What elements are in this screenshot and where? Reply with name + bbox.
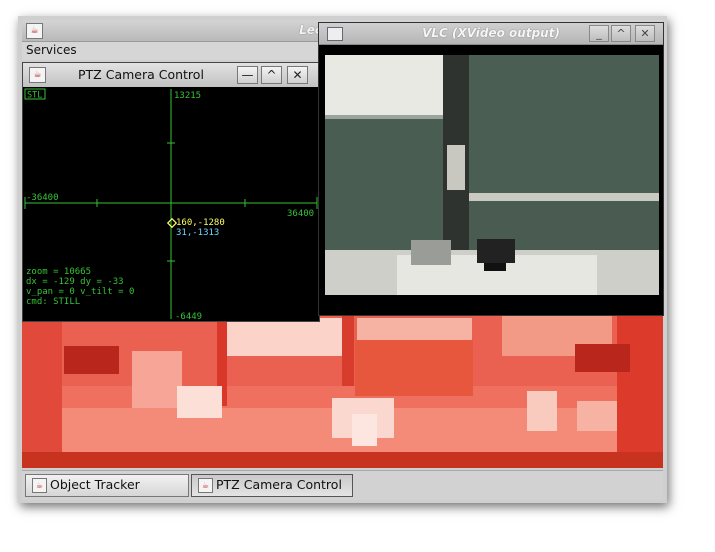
close-button[interactable]: ✕ — [287, 66, 308, 84]
taskbar-item-label: PTZ Camera Control — [216, 477, 342, 492]
vlc-window[interactable]: VLC (XVideo output) _ ^ ✕ — [318, 22, 664, 316]
delta-readout: dx = -129 dy = -33 — [26, 277, 124, 287]
java-icon: ☕ — [198, 478, 213, 493]
ptz-control-canvas[interactable]: STL 13215 -6449 -36400 36400 160,-1280 3… — [23, 87, 319, 321]
object-tracker-view[interactable] — [22, 316, 663, 468]
ptz-window-title: PTZ Camera Control — [78, 67, 204, 82]
velocity-readout: v_pan = 0 v_tilt = 0 — [26, 287, 134, 297]
vlc-close-button[interactable]: ✕ — [635, 25, 655, 42]
command-readout: cmd: STILL — [26, 297, 80, 307]
vlc-maximize-button[interactable]: ^ — [611, 25, 631, 42]
java-icon: ☕ — [29, 67, 46, 83]
java-icon: ☕ — [32, 478, 47, 493]
taskbar-item-label: Object Tracker — [50, 477, 140, 492]
tilt-min-label: -6449 — [175, 312, 202, 321]
target-position-label: 160,-1280 — [176, 218, 225, 228]
menubar: Services — [22, 42, 322, 60]
maximize-button[interactable]: ^ — [261, 66, 282, 84]
tilt-max-label: 13215 — [174, 91, 201, 101]
video-output[interactable] — [319, 45, 663, 315]
desktop-screen: ☕ LectureSight Services — [18, 16, 667, 503]
taskbar-ptz-camera-control[interactable]: ☕ PTZ Camera Control — [191, 474, 353, 497]
zoom-readout: zoom = 10665 — [26, 267, 91, 277]
mode-badge: STL — [27, 91, 42, 101]
vlc-minimize-button[interactable]: _ — [589, 25, 609, 42]
ptz-window-titlebar[interactable]: ☕ PTZ Camera Control — ^ ✕ — [23, 63, 319, 88]
pan-max-label: 36400 — [287, 209, 314, 219]
menu-services[interactable]: Services — [26, 43, 77, 57]
vlc-window-titlebar[interactable]: VLC (XVideo output) _ ^ ✕ — [319, 23, 663, 45]
current-position-label: 31,-1313 — [176, 228, 219, 238]
pan-min-label: -36400 — [26, 193, 59, 203]
taskbar: ☕ Object Tracker ☕ PTZ Camera Control — [22, 470, 663, 500]
ptz-camera-control-window[interactable]: ☕ PTZ Camera Control — ^ ✕ STL 13215 -64… — [22, 62, 320, 322]
taskbar-object-tracker[interactable]: ☕ Object Tracker — [25, 474, 189, 497]
minimize-button[interactable]: — — [237, 66, 258, 84]
tracker-scene-image — [22, 316, 663, 468]
